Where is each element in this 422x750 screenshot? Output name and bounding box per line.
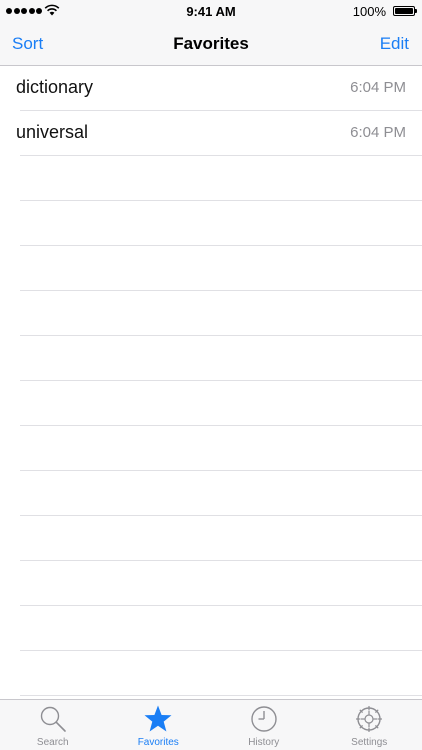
page-title: Favorites [173,34,249,53]
status-bar: 9:41 AM 100% [0,0,422,22]
tab-bar: Search Favorites History Settings [0,699,422,750]
favorites-list: dictionary 6:04 PM universal 6:04 PM [0,66,422,699]
empty-row [20,246,422,291]
empty-row [20,201,422,246]
empty-row [20,336,422,381]
empty-row [20,606,422,651]
star-icon [144,705,172,732]
tab-settings[interactable]: Settings [317,700,422,750]
battery-percentage: 100% [352,4,386,19]
empty-row [20,381,422,426]
favorite-word: universal [16,122,89,142]
tab-label: Settings [351,737,388,748]
favorite-time: 6:04 PM [350,79,406,96]
empty-row [20,291,422,336]
list-item[interactable]: dictionary 6:04 PM [16,66,422,111]
empty-row [20,516,422,561]
favorite-time: 6:04 PM [350,124,406,141]
tab-history[interactable]: History [211,700,317,750]
empty-row [20,156,422,201]
empty-row [20,561,422,606]
empty-row [20,471,422,516]
favorite-word: dictionary [16,77,94,97]
edit-button[interactable]: Edit [380,34,409,54]
gear-icon [356,706,383,732]
empty-row [20,651,422,696]
magnifier-icon [40,706,66,732]
tab-label: Search [36,737,69,748]
empty-row [20,426,422,471]
clock-icon [251,706,277,732]
tab-label: Favorites [137,737,179,748]
tab-label: History [248,737,280,748]
tab-search[interactable]: Search [0,700,106,750]
navigation-bar: Sort Favorites Edit [0,22,422,66]
list-item[interactable]: universal 6:04 PM [16,111,422,156]
battery-icon [393,6,417,16]
tab-favorites[interactable]: Favorites [106,700,212,750]
